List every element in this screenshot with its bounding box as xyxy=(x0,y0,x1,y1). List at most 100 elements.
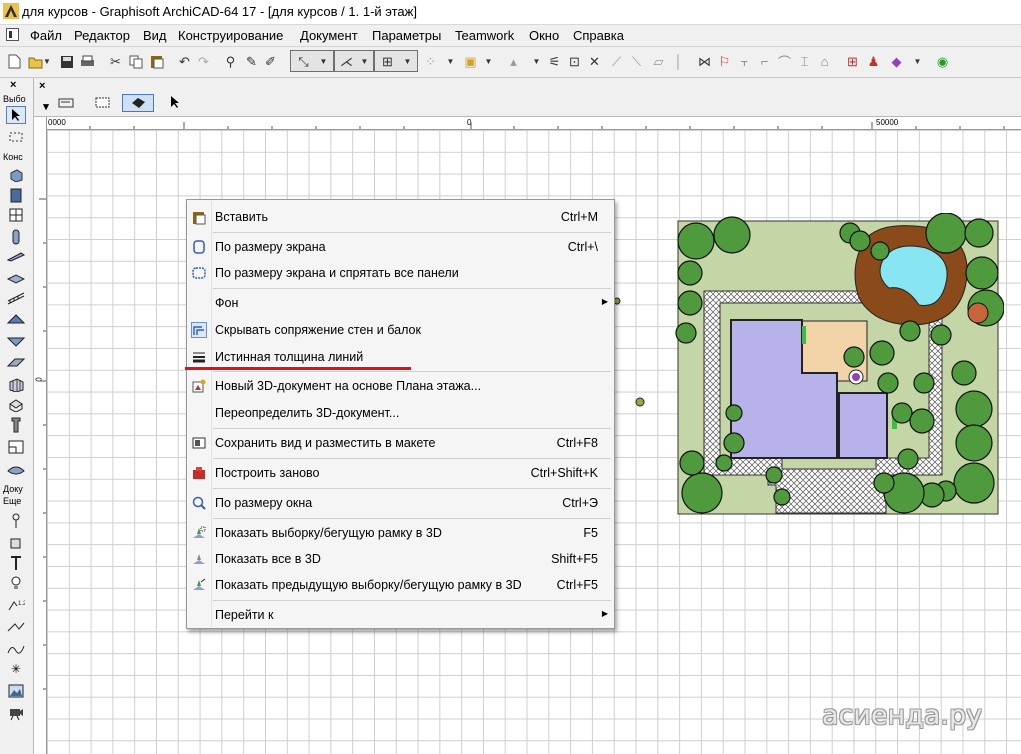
marquee-tool-icon[interactable] xyxy=(6,128,26,146)
snap-points-icon[interactable]: ⁘ xyxy=(422,53,439,70)
divider-tool-icon[interactable]: │ xyxy=(670,53,687,70)
line-tool-icon[interactable] xyxy=(6,618,26,636)
menu-design[interactable]: Конструирование xyxy=(178,28,283,43)
menu-edit[interactable]: Редактор xyxy=(74,28,130,43)
angle-snap-icon[interactable]: ⋌ xyxy=(338,53,355,70)
3d-view-icon[interactable]: ♟ xyxy=(865,53,882,70)
level-dim-tool-icon[interactable]: 1.2 xyxy=(6,596,26,614)
document-system-menu-icon[interactable] xyxy=(6,28,19,41)
menu-window[interactable]: Окно xyxy=(529,28,559,43)
new-file-icon[interactable] xyxy=(6,53,23,70)
menu-item-show-all-3d[interactable]: Показать все в 3D Shift+F5 xyxy=(187,547,614,571)
angle-dropdown-icon[interactable]: ▼ xyxy=(356,53,373,70)
shell-tool-icon[interactable] xyxy=(6,332,26,350)
section-view-icon[interactable]: ⊡ xyxy=(566,53,583,70)
door-tool-icon[interactable] xyxy=(6,186,26,204)
menu-help[interactable]: Справка xyxy=(573,28,624,43)
fill-dropdown-icon[interactable]: ▼ xyxy=(528,53,545,70)
print-icon[interactable] xyxy=(79,53,96,70)
stair-tool-icon[interactable] xyxy=(6,290,26,308)
menu-item-new-3d-doc[interactable]: Новый 3D-документ на основе Плана этажа.… xyxy=(187,374,614,398)
menu-item-rebuild[interactable]: Построить заново Ctrl+Shift+K xyxy=(187,461,614,485)
info-box-close-icon[interactable]: × xyxy=(39,80,45,92)
syringe-icon[interactable]: ✐ xyxy=(262,53,279,70)
snap-group-2[interactable]: ⋌ ▼ xyxy=(334,50,374,72)
gravity-dropdown-icon[interactable]: ▼ xyxy=(315,53,332,70)
eyedropper-icon[interactable]: ✎ xyxy=(243,53,260,70)
ruler-tool-icon[interactable]: ⟋ xyxy=(608,53,625,70)
render-icon[interactable]: ◆ xyxy=(888,53,905,70)
arc-tool-icon[interactable] xyxy=(6,640,26,658)
beam-tool-icon[interactable] xyxy=(6,248,26,266)
redo-icon[interactable]: ↷ xyxy=(195,53,212,70)
undo-icon[interactable]: ↶ xyxy=(176,53,193,70)
measure-tool-icon[interactable]: ▱ xyxy=(650,53,667,70)
marquee-rotated-icon[interactable] xyxy=(122,94,154,112)
menu-item-show-selection-3d[interactable]: Показать выборку/бегущую рамку в 3D F5 xyxy=(187,521,614,545)
intersect-icon[interactable]: ⚐ xyxy=(716,53,733,70)
fillet-icon[interactable]: ⌒ xyxy=(776,53,793,70)
menu-item-redefine-3d-doc[interactable]: Переопределить 3D-документ... xyxy=(187,401,614,425)
close-view-icon[interactable]: ✕ xyxy=(586,53,603,70)
trace-icon[interactable]: ⚟ xyxy=(546,53,563,70)
morph-tool-icon[interactable] xyxy=(6,396,26,414)
menu-item-save-view[interactable]: Сохранить вид и разместить в макете Ctrl… xyxy=(187,431,614,455)
render-dropdown-icon[interactable]: ▼ xyxy=(909,53,926,70)
camera-tool-icon[interactable] xyxy=(6,704,26,722)
roof-icon[interactable]: ⌂ xyxy=(816,53,833,70)
gravity-icon[interactable]: ⤡ xyxy=(295,53,312,70)
figure-tool-icon[interactable] xyxy=(6,682,26,700)
snap-group-1[interactable]: ⤡ ▼ xyxy=(290,50,334,72)
curtain-wall-tool-icon[interactable] xyxy=(6,376,26,394)
teamwork-icon[interactable]: ◉ xyxy=(934,53,951,70)
dimension-tool-icon[interactable]: ⟍ xyxy=(628,53,645,70)
menu-item-fit-screen-hide[interactable]: По размеру экрана и спрятать все панели xyxy=(187,261,614,285)
copy-icon[interactable] xyxy=(127,53,144,70)
column-tool-icon[interactable] xyxy=(6,228,26,246)
snap-group-3[interactable]: ⊞ ▼ xyxy=(374,50,418,72)
roof-tool-icon[interactable] xyxy=(6,310,26,328)
menu-item-true-line-weight[interactable]: Истинная толщина линий xyxy=(187,345,614,369)
menu-item-paste[interactable]: Вставить Ctrl+M xyxy=(187,205,614,229)
menu-item-fit-screen[interactable]: По размеру экрана Ctrl+\ xyxy=(187,235,614,259)
hotspot-tool-icon[interactable]: ✳ xyxy=(6,660,26,678)
cut-icon[interactable]: ✂ xyxy=(107,53,124,70)
grid-dropdown-icon[interactable]: ▼ xyxy=(399,53,416,70)
menu-document[interactable]: Документ xyxy=(300,28,358,43)
save-icon[interactable] xyxy=(58,53,75,70)
dimension-tool-icon[interactable] xyxy=(6,512,26,530)
marquee-rect-icon[interactable] xyxy=(92,94,114,110)
snap-points-dropdown-icon[interactable]: ▼ xyxy=(442,53,459,70)
menu-view[interactable]: Вид xyxy=(143,28,167,43)
menu-teamwork[interactable]: Teamwork xyxy=(455,28,514,43)
fill-icon[interactable]: ▴ xyxy=(505,53,522,70)
paste-icon[interactable] xyxy=(148,53,165,70)
lamp-tool-icon[interactable] xyxy=(6,574,26,592)
grid-snap-icon[interactable]: ⊞ xyxy=(379,53,396,70)
split-icon[interactable]: ⌶ xyxy=(796,53,813,70)
open-file-icon[interactable] xyxy=(27,53,44,70)
zone-tool-icon[interactable] xyxy=(6,438,26,456)
wall-tool-icon[interactable] xyxy=(6,166,26,184)
arrow-select-icon[interactable] xyxy=(164,94,186,110)
text-tool-icon[interactable] xyxy=(6,554,26,572)
site-plan-drawing[interactable] xyxy=(674,213,1004,517)
menu-item-hide-wall-beam[interactable]: Скрывать сопряжение стен и балок xyxy=(187,318,614,342)
menu-file[interactable]: Файл xyxy=(30,28,62,43)
plan-3d-icon[interactable]: ⊞ xyxy=(844,53,861,70)
window-tool-icon[interactable] xyxy=(6,206,26,224)
menu-item-fit-window[interactable]: По размеру окна Ctrl+Э xyxy=(187,491,614,515)
menu-item-background[interactable]: Фон ▶ xyxy=(187,291,614,315)
adjust-icon[interactable]: ⌐ xyxy=(756,53,773,70)
arrow-tool-icon[interactable] xyxy=(6,106,26,124)
label-tool-icon[interactable] xyxy=(6,534,26,552)
object-tool-icon[interactable] xyxy=(6,416,26,434)
open-dropdown-icon[interactable]: ▼ xyxy=(43,53,51,70)
layers-dropdown-icon[interactable]: ▼ xyxy=(480,53,497,70)
info-box-collapse-icon[interactable]: ▾ xyxy=(35,98,57,114)
menu-item-show-prev-3d[interactable]: Показать предыдущую выборку/бегущую рамк… xyxy=(187,573,614,597)
find-select-icon[interactable]: ⚲ xyxy=(222,53,239,70)
menu-options[interactable]: Параметры xyxy=(372,28,441,43)
trim-icon[interactable]: ⫟ xyxy=(736,53,753,70)
menu-item-go-to[interactable]: Перейти к ▶ xyxy=(187,603,614,627)
